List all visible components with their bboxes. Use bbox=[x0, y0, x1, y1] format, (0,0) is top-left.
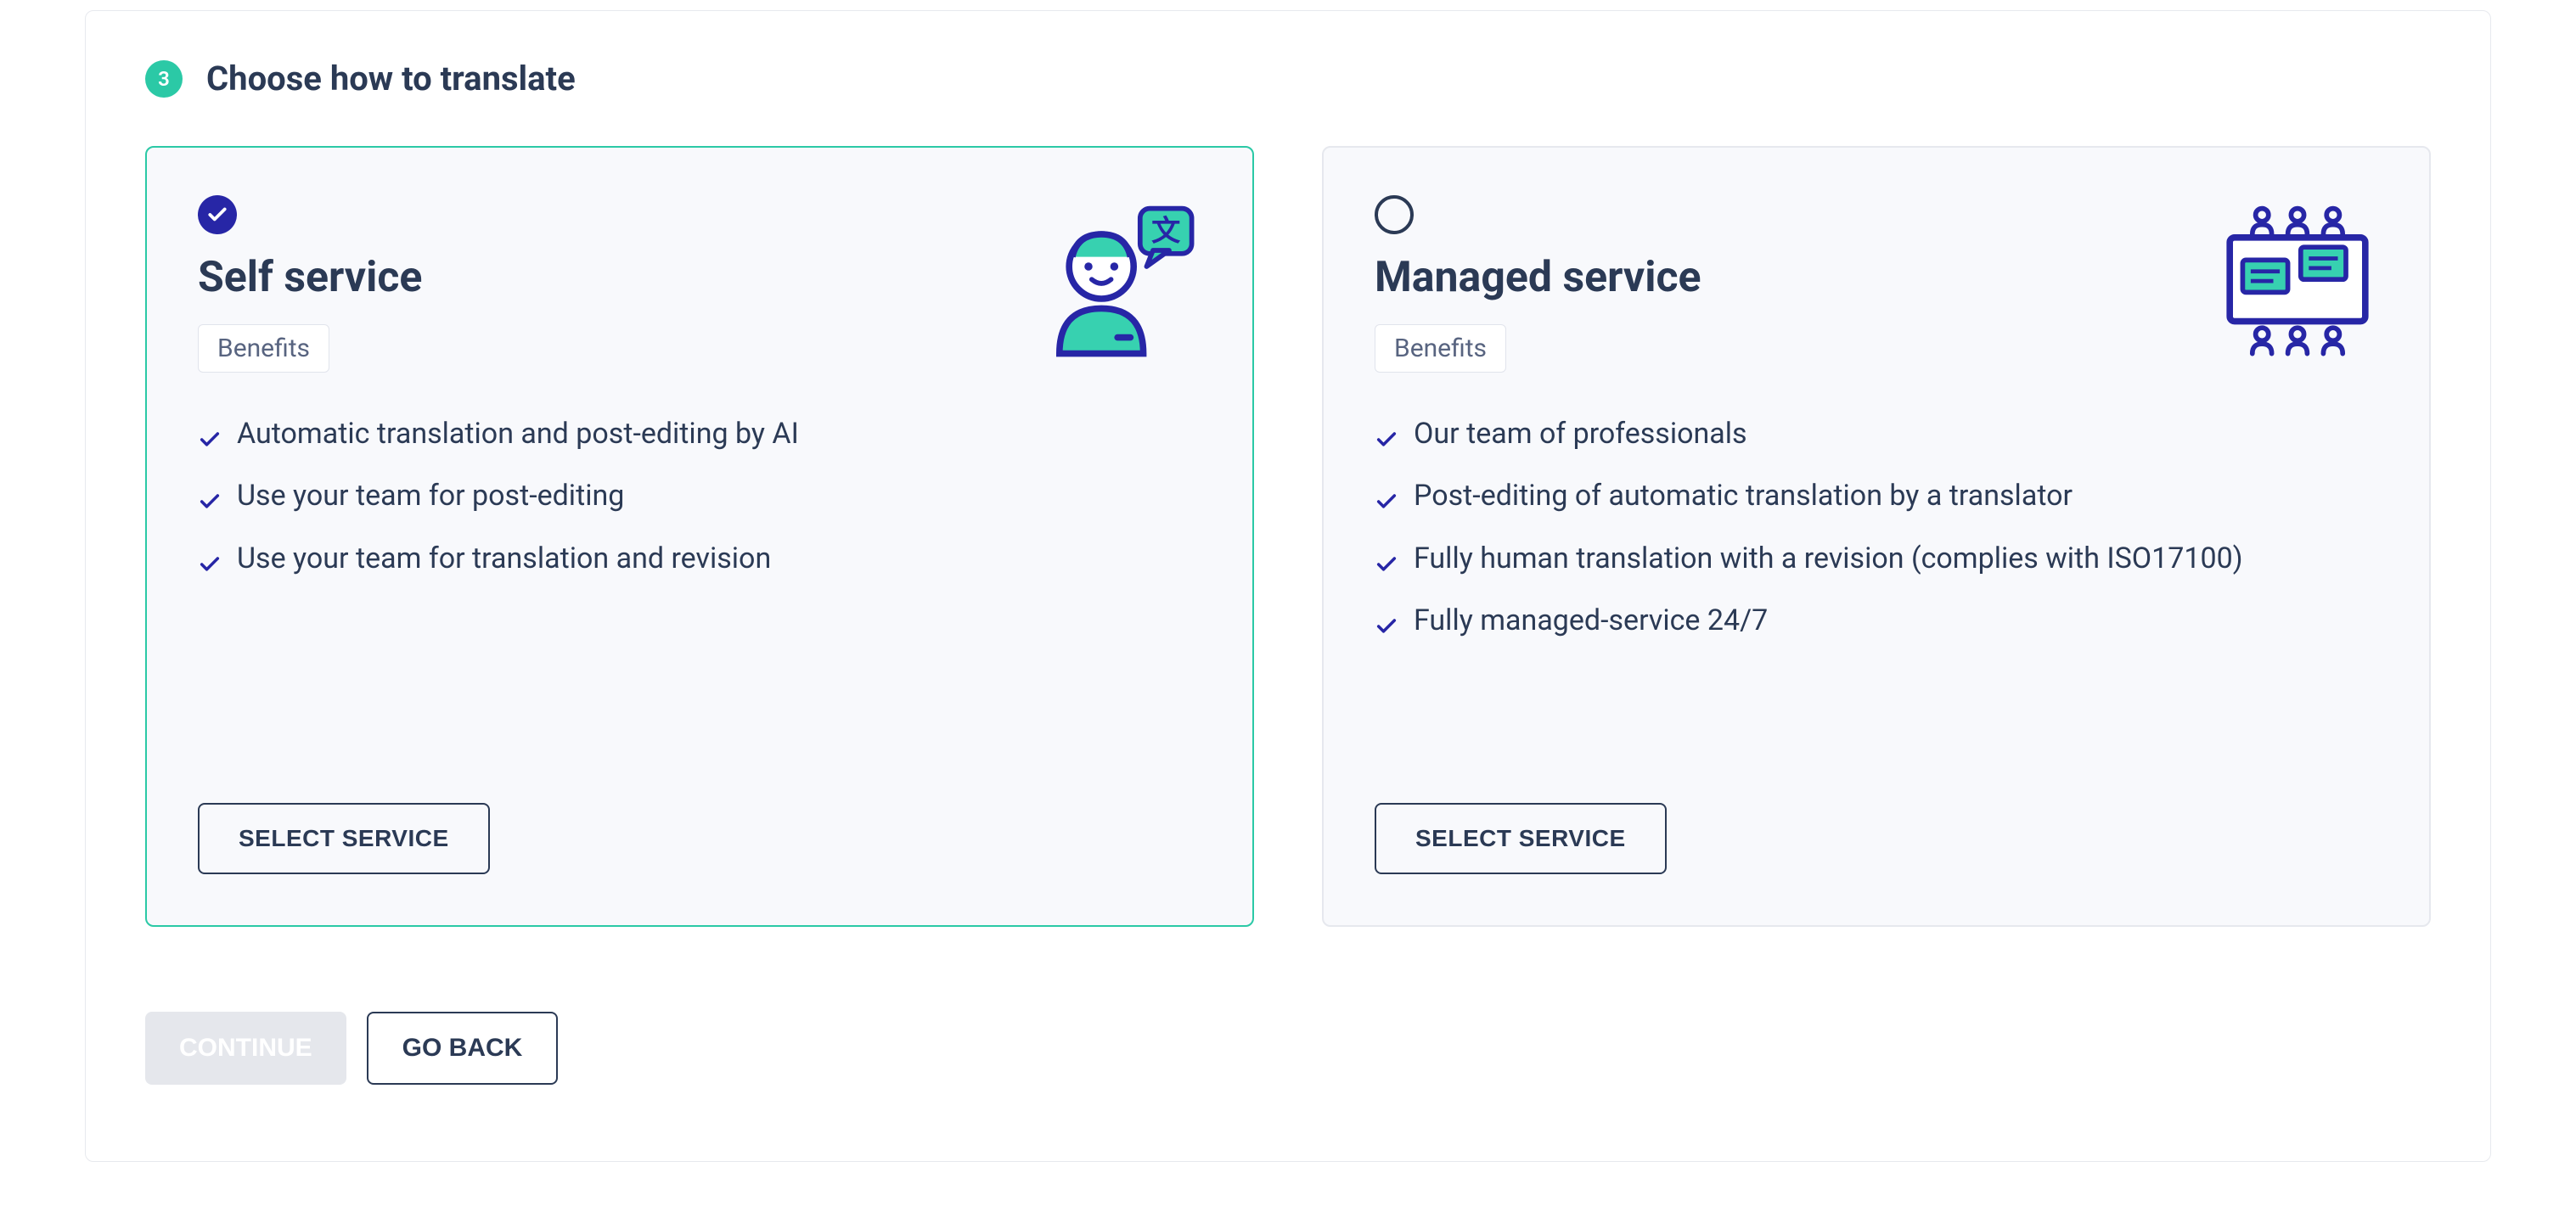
go-back-button[interactable]: GO BACK bbox=[367, 1012, 559, 1085]
footer-actions: CONTINUE GO BACK bbox=[145, 1012, 2431, 1085]
card-managed-service[interactable]: Managed service Benefits Our team of pro… bbox=[1322, 146, 2431, 927]
benefit-text: Our team of professionals bbox=[1414, 413, 1747, 455]
benefits-label: Benefits bbox=[1375, 324, 1506, 373]
benefit-text: Post-editing of automatic translation by… bbox=[1414, 475, 2073, 517]
list-item: Our team of professionals bbox=[1375, 413, 2378, 463]
list-item: Post-editing of automatic translation by… bbox=[1375, 475, 2378, 525]
benefit-text: Use your team for post-editing bbox=[237, 475, 624, 517]
check-icon bbox=[1375, 422, 1398, 463]
card-self-service[interactable]: Self service Benefits Automatic translat… bbox=[145, 146, 1254, 927]
list-item: Fully human translation with a revision … bbox=[1375, 538, 2378, 588]
benefits-list: Our team of professionals Post-editing o… bbox=[1375, 413, 2378, 662]
select-service-button[interactable]: SELECT SERVICE bbox=[1375, 803, 1667, 874]
person-translate-icon: 文 bbox=[1040, 202, 1201, 367]
list-item: Use your team for translation and revisi… bbox=[198, 538, 1201, 588]
check-icon bbox=[198, 484, 222, 525]
list-item: Fully managed-service 24/7 bbox=[1375, 600, 2378, 650]
check-icon bbox=[198, 547, 222, 588]
continue-button[interactable]: CONTINUE bbox=[145, 1012, 346, 1085]
radio-unselected-icon[interactable] bbox=[1375, 195, 1414, 234]
benefit-text: Fully managed-service 24/7 bbox=[1414, 600, 1768, 642]
check-icon bbox=[1375, 484, 1398, 525]
check-icon bbox=[198, 422, 222, 463]
section-title: Choose how to translate bbox=[206, 59, 576, 98]
select-service-button[interactable]: SELECT SERVICE bbox=[198, 803, 490, 874]
check-icon bbox=[1375, 547, 1398, 588]
radio-selected-icon[interactable] bbox=[198, 195, 237, 234]
step-number-badge: 3 bbox=[145, 60, 183, 98]
benefit-text: Automatic translation and post-editing b… bbox=[237, 413, 799, 455]
section-header: 3 Choose how to translate bbox=[145, 59, 2431, 98]
list-item: Automatic translation and post-editing b… bbox=[198, 413, 1201, 463]
svg-text:文: 文 bbox=[1151, 215, 1181, 249]
benefits-label: Benefits bbox=[198, 324, 329, 373]
list-item: Use your team for post-editing bbox=[198, 475, 1201, 525]
check-icon bbox=[1375, 609, 1398, 650]
team-board-icon bbox=[2217, 202, 2378, 367]
translate-method-section: 3 Choose how to translate Self service B… bbox=[85, 10, 2491, 1162]
benefits-list: Automatic translation and post-editing b… bbox=[198, 413, 1201, 600]
service-cards: Self service Benefits Automatic translat… bbox=[145, 146, 2431, 927]
benefit-text: Use your team for translation and revisi… bbox=[237, 538, 771, 580]
benefit-text: Fully human translation with a revision … bbox=[1414, 538, 2243, 580]
